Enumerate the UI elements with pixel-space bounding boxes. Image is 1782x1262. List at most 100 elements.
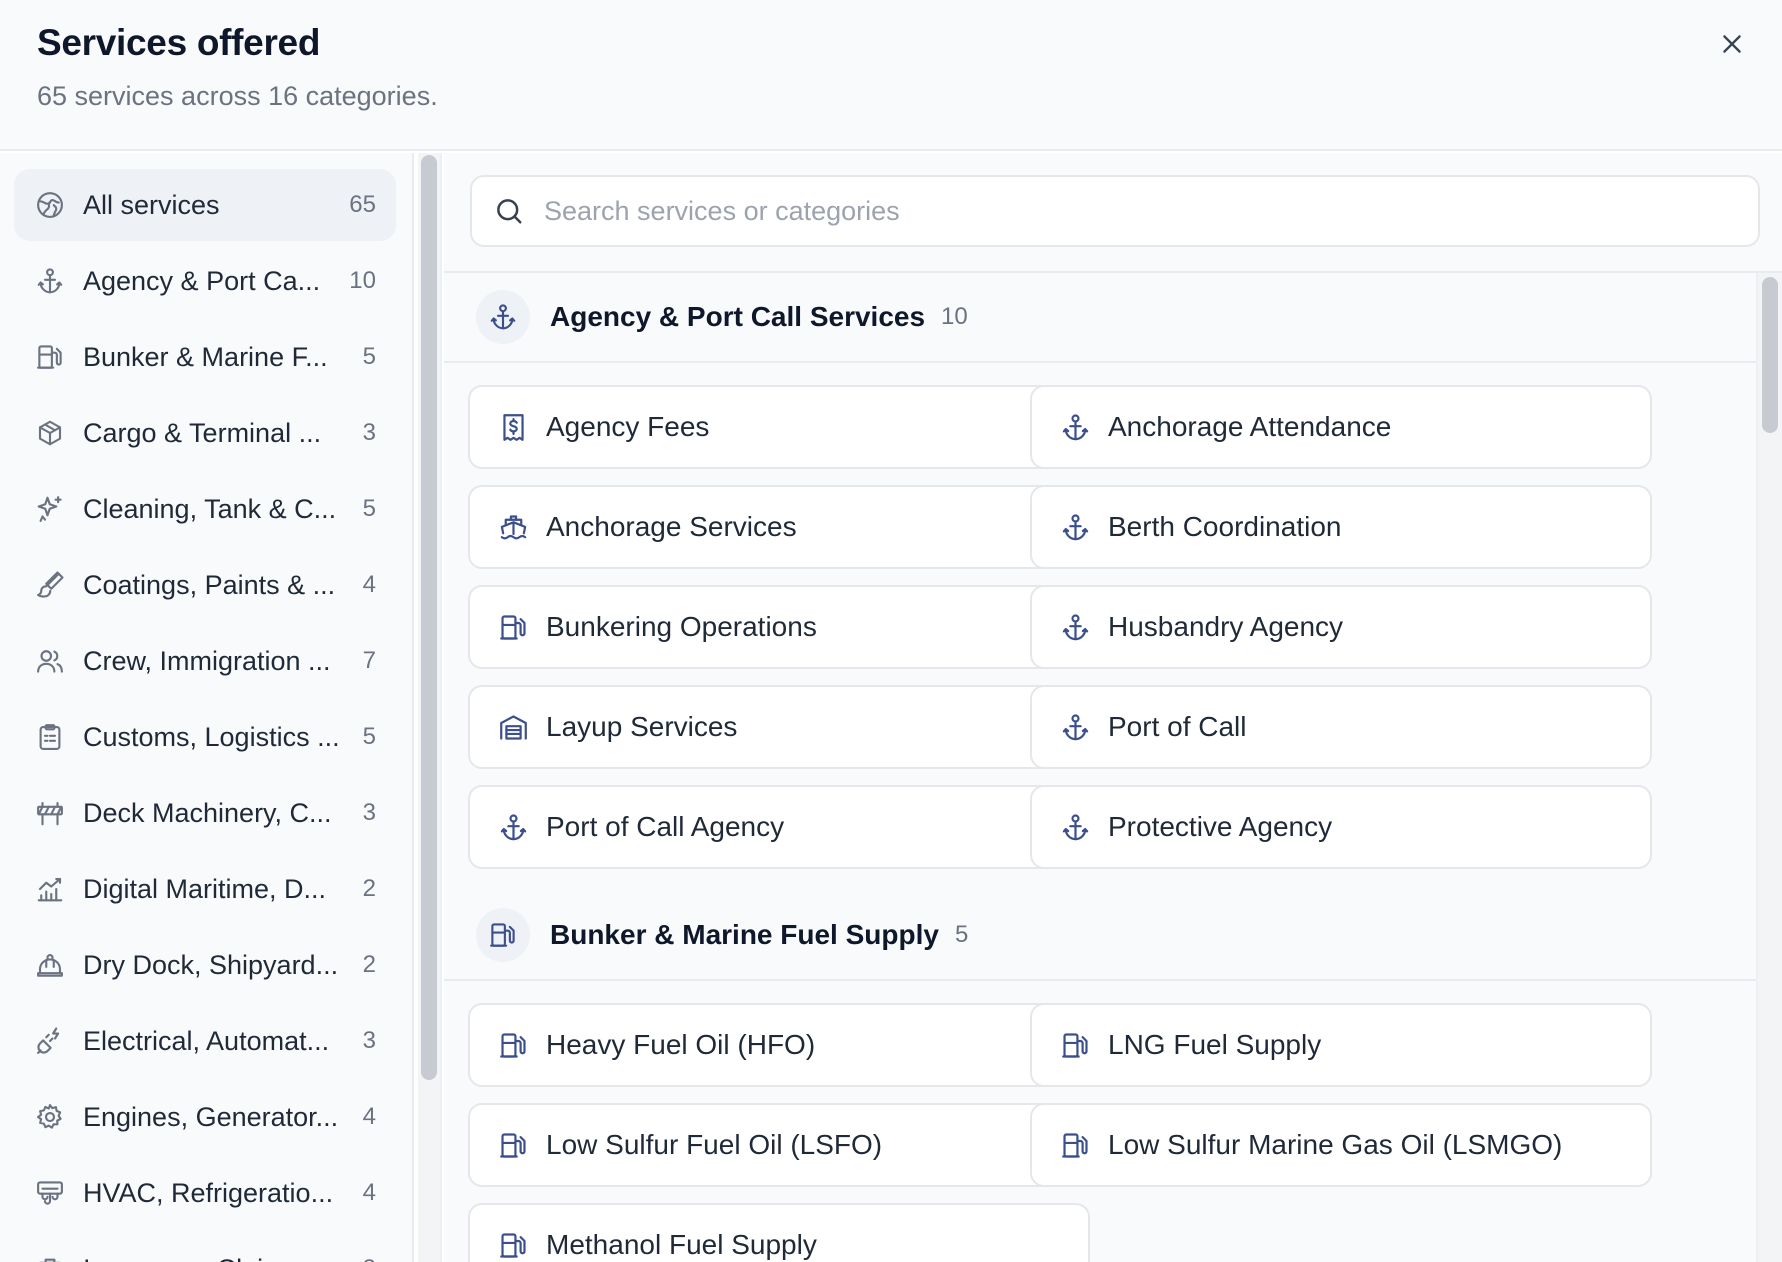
service-card[interactable]: Low Sulfur Marine Gas Oil (LSMGO) xyxy=(1030,1103,1652,1187)
anchor-icon xyxy=(1058,810,1092,844)
service-card[interactable]: Low Sulfur Fuel Oil (LSFO) xyxy=(468,1103,1090,1187)
fuel-pump-icon xyxy=(496,1128,530,1162)
chart-icon xyxy=(34,873,66,905)
sidebar-item-label: Coatings, Paints & ... xyxy=(83,569,336,600)
sparkles-icon xyxy=(34,493,66,525)
sidebar-item[interactable]: Engines, Generator... 4 xyxy=(14,1081,396,1153)
plug-zap-icon xyxy=(34,1025,66,1057)
paintbrush-icon xyxy=(34,569,66,601)
anchor-icon xyxy=(496,810,530,844)
sidebar-item-label: Agency & Port Ca... xyxy=(83,265,321,296)
air-vent-icon xyxy=(34,1177,66,1209)
service-label: Port of Call xyxy=(1108,711,1247,742)
sidebar-item-label: Cleaning, Tank & C... xyxy=(83,493,337,524)
sidebar-item-count: 10 xyxy=(349,267,376,294)
sidebar-item-count: 2 xyxy=(362,875,376,902)
service-card[interactable]: Heavy Fuel Oil (HFO) xyxy=(468,1003,1090,1087)
sidebar-item[interactable]: Dry Dock, Shipyard... 2 xyxy=(14,929,396,1001)
sidebar-item-label: HVAC, Refrigeratio... xyxy=(83,1177,334,1208)
sidebar-item[interactable]: Agency & Port Ca... 10 xyxy=(14,245,396,317)
sidebar-item-label: Cargo & Terminal ... xyxy=(83,417,322,448)
search-input[interactable] xyxy=(544,195,1644,227)
service-card[interactable]: Bunkering Operations xyxy=(468,585,1090,669)
service-card[interactable]: Protective Agency xyxy=(1030,785,1652,869)
sidebar-item-count: 7 xyxy=(362,647,376,674)
service-card[interactable]: LNG Fuel Supply xyxy=(1030,1003,1652,1087)
sidebar-item-label: Crew, Immigration ... xyxy=(83,645,331,676)
sidebar-item[interactable]: Coatings, Paints & ... 4 xyxy=(14,549,396,621)
sidebar-item-label: Insurance, Claims ... xyxy=(83,1254,345,1262)
sidebar-item[interactable]: Cleaning, Tank & C... 5 xyxy=(14,473,396,545)
service-label: Berth Coordination xyxy=(1108,511,1342,542)
globe-icon xyxy=(34,189,66,221)
service-label: Methanol Fuel Supply xyxy=(546,1229,817,1260)
category-count: 10 xyxy=(941,303,968,330)
sidebar-item[interactable]: Bunker & Marine F... 5 xyxy=(14,321,396,393)
briefcase-icon xyxy=(34,1253,66,1262)
package-icon xyxy=(34,417,66,449)
sidebar-item[interactable]: Cargo & Terminal ... 3 xyxy=(14,397,396,469)
sidebar-item[interactable]: HVAC, Refrigeratio... 4 xyxy=(14,1157,396,1229)
services-scrollbar-thumb[interactable] xyxy=(1762,277,1778,433)
cog-icon xyxy=(34,1101,66,1133)
services-panel: Agency & Port Call Services 10 Agency Fees… xyxy=(444,153,1782,1262)
sidebar-item-count: 3 xyxy=(362,1027,376,1054)
sidebar-item-count: 2 xyxy=(362,951,376,978)
service-card[interactable]: Berth Coordination xyxy=(1030,485,1652,569)
service-label: Heavy Fuel Oil (HFO) xyxy=(546,1029,816,1060)
sidebar-item-count: 5 xyxy=(362,495,376,522)
service-card[interactable]: Anchorage Attendance xyxy=(1030,385,1652,469)
service-label: Anchorage Services xyxy=(546,511,797,542)
sidebar-item-label: Bunker & Marine F... xyxy=(83,341,328,372)
service-card[interactable]: Port of Call Agency xyxy=(468,785,1090,869)
sidebar-item[interactable]: Digital Maritime, D... 2 xyxy=(14,853,396,925)
dialog-title: Services offered xyxy=(37,22,321,63)
fuel-pump-icon xyxy=(1058,1128,1092,1162)
sidebar-item-count: 3 xyxy=(362,419,376,446)
sidebar-item-count: 4 xyxy=(362,1179,376,1206)
service-card[interactable]: Husbandry Agency xyxy=(1030,585,1652,669)
warehouse-icon xyxy=(496,710,530,744)
sidebar-item-label: Electrical, Automat... xyxy=(83,1025,330,1056)
receipt-icon xyxy=(496,410,530,444)
service-card[interactable]: Port of Call xyxy=(1030,685,1652,769)
category-header: Bunker & Marine Fuel Supply 5 xyxy=(444,891,1756,981)
dialog-subtitle: 65 services across 16 categories. xyxy=(37,81,438,111)
service-label: Husbandry Agency xyxy=(1108,611,1344,642)
category-title: Agency & Port Call Services xyxy=(550,301,926,332)
fuel-pump-icon xyxy=(496,1228,530,1262)
service-card[interactable]: Anchorage Services xyxy=(468,485,1090,569)
service-card[interactable]: Methanol Fuel Supply xyxy=(468,1203,1090,1262)
category-count: 5 xyxy=(954,921,969,948)
sidebar-item[interactable]: Insurance, Claims ... 3 xyxy=(14,1233,396,1262)
sidebar-item[interactable]: Deck Machinery, C... 3 xyxy=(14,777,396,849)
sidebar-item[interactable]: Customs, Logistics ... 5 xyxy=(14,701,396,773)
service-label: Bunkering Operations xyxy=(546,611,817,642)
sidebar-item-all-services[interactable]: All services 65 xyxy=(14,169,396,241)
sidebar-item-label: Engines, Generator... xyxy=(83,1101,339,1132)
sidebar-item-count: 5 xyxy=(362,343,376,370)
hard-hat-icon xyxy=(34,949,66,981)
sidebar-item[interactable]: Electrical, Automat... 3 xyxy=(14,1005,396,1077)
sidebar-scrollbar-thumb[interactable] xyxy=(421,155,437,1080)
service-label: Anchorage Attendance xyxy=(1108,411,1392,442)
fuel-pump-icon xyxy=(34,341,66,373)
search-icon xyxy=(497,199,522,224)
sidebar-item[interactable]: Crew, Immigration ... 7 xyxy=(14,625,396,697)
users-icon xyxy=(34,645,66,677)
fuel-pump-icon xyxy=(496,1028,530,1062)
sidebar-item-count: 65 xyxy=(349,191,376,218)
barrier-icon xyxy=(34,797,66,829)
anchor-icon xyxy=(1058,510,1092,544)
fuel-pump-icon xyxy=(476,908,530,962)
clipboard-icon xyxy=(34,721,66,753)
service-card[interactable]: Layup Services xyxy=(468,685,1090,769)
service-card[interactable]: Agency Fees xyxy=(468,385,1090,469)
service-label: Low Sulfur Marine Gas Oil (LSMGO) xyxy=(1108,1129,1563,1160)
search-box[interactable] xyxy=(470,175,1760,247)
close-button[interactable] xyxy=(1712,24,1752,64)
anchor-icon xyxy=(1058,710,1092,744)
fuel-pump-icon xyxy=(496,610,530,644)
anchor-icon xyxy=(476,290,530,344)
anchor-icon xyxy=(34,265,66,297)
